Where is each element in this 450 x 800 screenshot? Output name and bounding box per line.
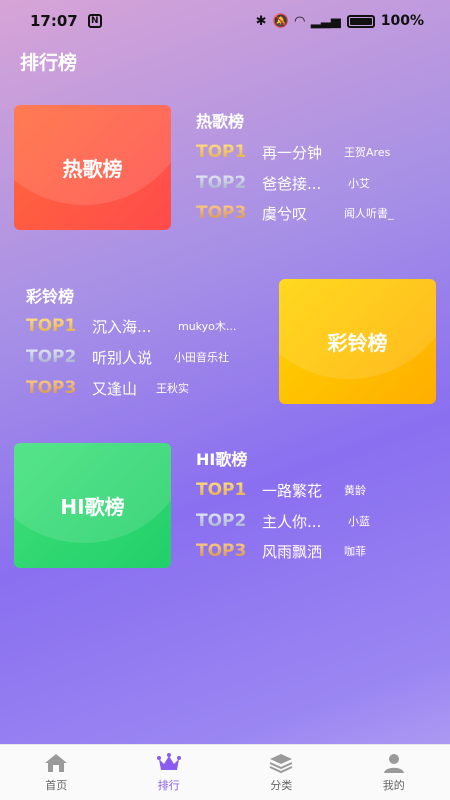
ringtone-chart-cover-label: 彩铃榜 (327, 331, 388, 355)
singer-name: 咖菲 (344, 545, 366, 558)
hot-chart-cover-label: 热歌榜 (62, 157, 123, 181)
hi-chart-cover-label: HI歌榜 (60, 495, 125, 519)
hi-chart-row-1[interactable]: TOP1 一路繁花 黄龄 (196, 478, 366, 502)
ringtone-chart-cover[interactable]: 彩铃榜 (279, 279, 436, 404)
hi-chart-cover[interactable]: HI歌榜 (14, 443, 171, 568)
rank-label: TOP3 (196, 541, 262, 561)
rank-label: TOP3 (26, 378, 92, 398)
tab-mine[interactable]: 我的 (354, 752, 434, 793)
song-title: 又逢山 (92, 379, 138, 398)
hi-chart-row-2[interactable]: TOP2 主人你... 小蓝 (196, 509, 370, 533)
mute-icon: 🔕 (272, 13, 289, 29)
song-title: 主人你... (262, 512, 322, 531)
hot-chart-cover[interactable]: 热歌榜 (14, 105, 171, 230)
singer-name: 小田音乐社 (174, 351, 229, 364)
rank-label: TOP2 (26, 347, 92, 367)
hot-chart-title[interactable]: 热歌榜 (196, 108, 244, 132)
ringtone-chart-row-2[interactable]: TOP2 听别人说 小田音乐社 (26, 345, 229, 369)
rank-label: TOP1 (196, 142, 262, 162)
hi-chart-row-3[interactable]: TOP3 风雨飘洒 咖菲 (196, 539, 366, 563)
singer-name: 王贺Ares (344, 146, 391, 159)
nfc-icon: N (87, 14, 102, 28)
rank-label: TOP2 (196, 173, 262, 193)
page-title: 排行榜 (20, 52, 78, 74)
signal-icon: ▂▃▅ (310, 13, 341, 29)
ringtone-chart-title[interactable]: 彩铃榜 (26, 283, 74, 307)
user-icon (381, 752, 407, 774)
rank-label: TOP3 (196, 203, 262, 223)
rank-label: TOP2 (196, 511, 262, 531)
song-title: 再一分钟 (262, 143, 323, 162)
tab-home-label: 首页 (45, 779, 68, 792)
tab-mine-label: 我的 (382, 779, 405, 792)
song-title: 爸爸接... (262, 174, 322, 193)
layers-icon (268, 752, 294, 774)
battery-level: 100% (380, 13, 424, 29)
song-title: 沉入海... (92, 317, 152, 336)
bottom-tab-bar: 首页 排行 分类 我的 (0, 744, 450, 800)
battery-icon (346, 14, 375, 28)
tab-category[interactable]: 分类 (241, 752, 321, 793)
crown-icon (156, 752, 182, 774)
singer-name: 小蓝 (348, 515, 370, 528)
singer-name: 小艾 (348, 177, 370, 190)
song-title: 一路繁花 (262, 481, 323, 500)
singer-name: 黄龄 (344, 484, 366, 497)
tab-category-label: 分类 (270, 779, 293, 792)
hot-chart-row-2[interactable]: TOP2 爸爸接... 小艾 (196, 171, 370, 195)
tab-rank[interactable]: 排行 (129, 752, 209, 793)
song-title: 听别人说 (92, 348, 153, 367)
ringtone-chart-row-1[interactable]: TOP1 沉入海... mukyo木... (26, 314, 236, 338)
hot-chart-row-1[interactable]: TOP1 再一分钟 王贺Ares (196, 140, 390, 164)
status-time: 17:07 (30, 12, 78, 30)
singer-name: 闻人听書_ (344, 207, 394, 220)
rank-label: TOP1 (196, 480, 262, 500)
home-icon (43, 752, 69, 774)
hot-chart-row-3[interactable]: TOP3 虞兮叹 闻人听書_ (196, 201, 394, 225)
wifi-icon: ◠ (294, 13, 305, 29)
singer-name: 王秋实 (156, 382, 189, 395)
hi-chart-title[interactable]: HI歌榜 (196, 446, 247, 470)
status-bar: 17:07 N ✱ 🔕 ◠ ▂▃▅ 100% (0, 0, 450, 42)
song-title: 风雨飘洒 (262, 542, 323, 561)
tab-home[interactable]: 首页 (16, 752, 96, 793)
rank-label: TOP1 (26, 316, 92, 336)
ringtone-chart-row-3[interactable]: TOP3 又逢山 王秋实 (26, 376, 189, 400)
tab-rank-label: 排行 (157, 779, 180, 792)
singer-name: mukyo木... (178, 320, 237, 333)
song-title: 虞兮叹 (262, 204, 308, 223)
bluetooth-icon: ✱ (255, 13, 267, 29)
